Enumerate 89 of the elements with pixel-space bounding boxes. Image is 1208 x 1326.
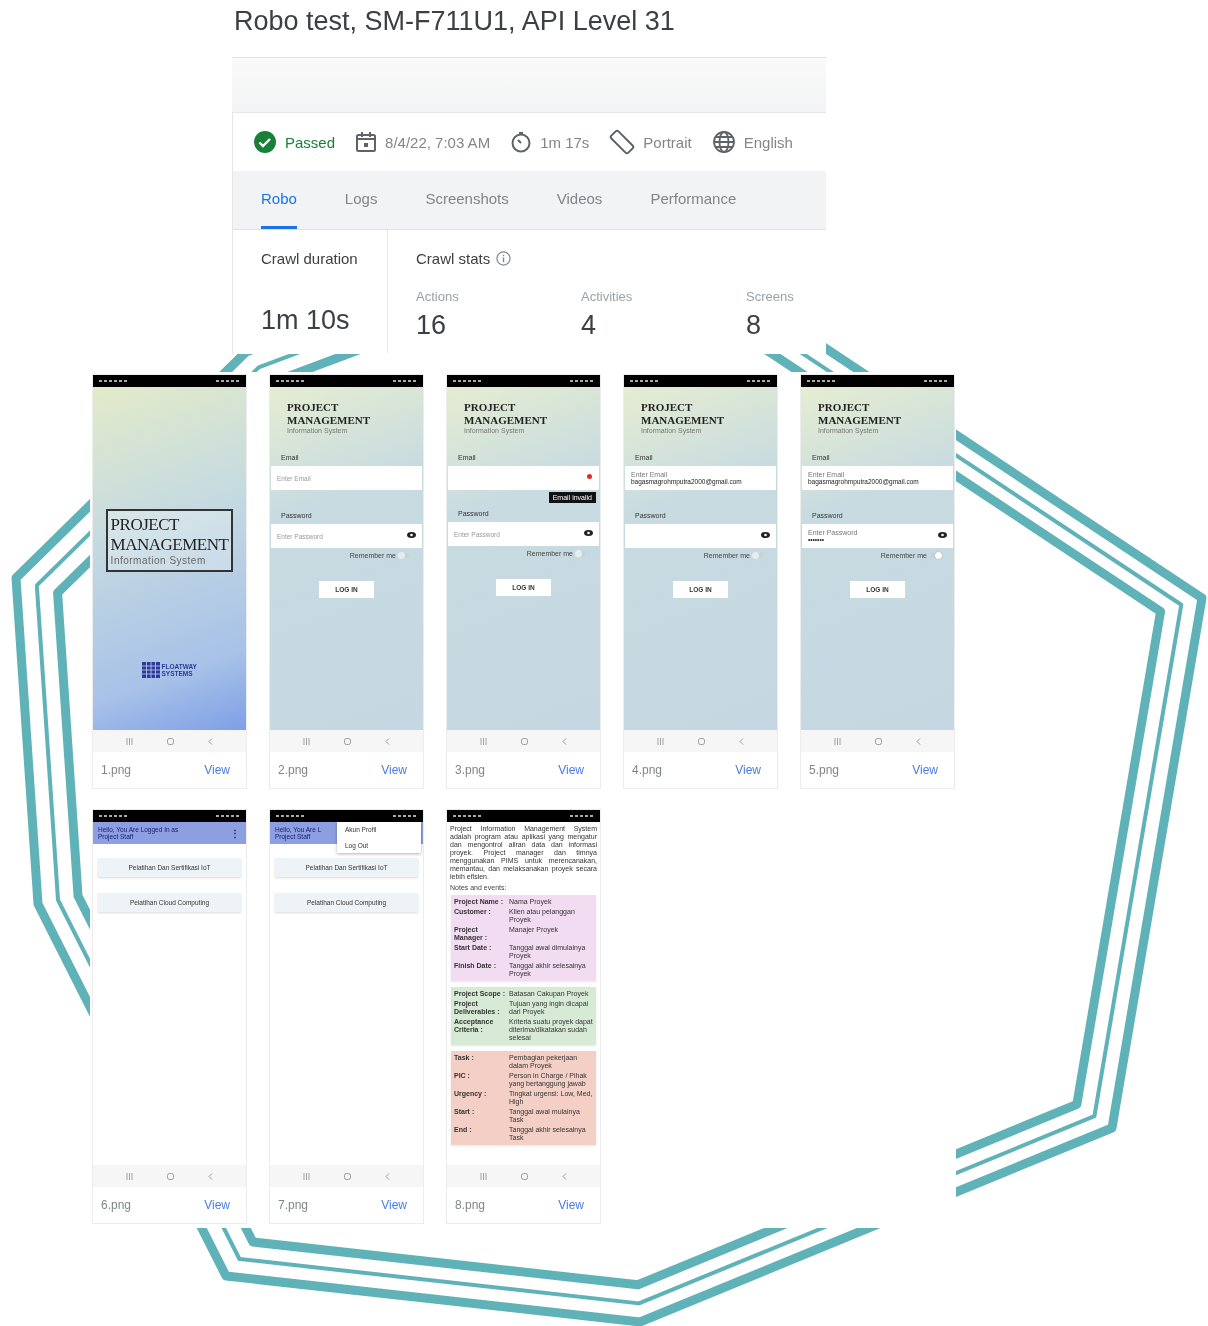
app-title: MANAGEMENT — [818, 414, 903, 427]
recent-apps-icon — [303, 737, 310, 745]
duration-text: 1m 17s — [540, 133, 590, 151]
back-icon — [208, 737, 213, 745]
toggle-switch[interactable] — [399, 553, 409, 558]
app-title: MANAGEMENT — [464, 414, 549, 427]
back-icon — [208, 1172, 213, 1180]
eye-icon[interactable] — [584, 530, 593, 536]
stat-label: Screens — [746, 289, 794, 304]
info-icon[interactable] — [496, 251, 512, 266]
home-icon — [344, 737, 351, 745]
file-name: 7.png — [278, 1198, 309, 1212]
app-title: PROJECT — [464, 401, 517, 414]
recent-apps-icon — [657, 737, 664, 745]
password-field[interactable] — [625, 524, 776, 548]
stat-value: 8 — [746, 310, 763, 341]
toggle-switch[interactable] — [753, 553, 763, 558]
app-title: MANAGEMENT — [287, 414, 372, 427]
app-title: PROJECT — [818, 401, 871, 414]
file-name: 5.png — [809, 763, 840, 777]
tab[interactable]: Screenshots — [425, 171, 509, 229]
locale-text: English — [743, 133, 793, 151]
stat-label: Actions — [416, 289, 460, 304]
recent-apps-icon — [480, 737, 487, 745]
error-icon — [587, 474, 592, 479]
app-title: PROJECT — [287, 401, 340, 414]
crawl-duration-value: 1m 10s — [261, 305, 351, 336]
view-link[interactable]: View — [735, 763, 761, 777]
crawl-stats-label: Crawl stats — [416, 250, 491, 267]
eye-icon[interactable] — [407, 532, 416, 538]
back-icon — [562, 1172, 567, 1180]
home-icon — [521, 1172, 528, 1180]
file-name: 1.png — [101, 763, 132, 777]
check-circle-icon — [253, 130, 277, 154]
status-text: Passed — [285, 133, 336, 151]
stat-value: 4 — [581, 310, 598, 341]
view-link[interactable]: View — [204, 763, 230, 777]
toggle-switch[interactable] — [576, 551, 586, 556]
recent-apps-icon — [834, 737, 841, 745]
logo-subtitle: Information System — [110, 555, 207, 566]
stat-value: 16 — [416, 310, 448, 341]
file-name: 3.png — [455, 763, 486, 777]
back-icon — [385, 737, 390, 745]
file-name: 2.png — [278, 763, 309, 777]
logo-title: PROJECT — [110, 515, 180, 535]
home-icon — [698, 737, 705, 745]
back-icon — [916, 737, 921, 745]
tab[interactable]: Videos — [556, 171, 603, 229]
home-icon — [167, 737, 174, 745]
home-icon — [167, 1172, 174, 1180]
view-link[interactable]: View — [558, 1198, 584, 1212]
view-link[interactable]: View — [558, 763, 584, 777]
crawl-duration-label: Crawl duration — [261, 250, 359, 267]
rotate-device-icon — [609, 129, 636, 155]
tab[interactable]: Performance — [650, 171, 737, 229]
app-title: MANAGEMENT — [641, 414, 726, 427]
recent-apps-icon — [126, 1172, 133, 1180]
file-name: 8.png — [455, 1198, 486, 1212]
view-link[interactable]: View — [381, 763, 407, 777]
tab[interactable]: Robo — [261, 171, 297, 229]
home-icon — [521, 737, 528, 745]
view-link[interactable]: View — [381, 1198, 407, 1212]
grid-logo-icon — [141, 662, 160, 678]
stat-label: Activities — [581, 289, 634, 304]
orientation-text: Portrait — [643, 133, 692, 151]
home-icon — [875, 737, 882, 745]
file-name: 4.png — [632, 763, 663, 777]
eye-icon[interactable] — [761, 532, 770, 538]
app-title: PROJECT — [641, 401, 694, 414]
file-name: 6.png — [101, 1198, 132, 1212]
back-icon — [739, 737, 744, 745]
recent-apps-icon — [480, 1172, 487, 1180]
more-menu-icon[interactable]: ⋮ — [230, 827, 240, 839]
eye-icon[interactable] — [938, 532, 947, 538]
view-link[interactable]: View — [204, 1198, 230, 1212]
recent-apps-icon — [126, 737, 133, 745]
toggle-switch[interactable] — [930, 553, 940, 558]
home-icon — [344, 1172, 351, 1180]
timer-icon — [510, 131, 533, 153]
logo-title: MANAGEMENT — [110, 535, 229, 555]
back-icon — [385, 1172, 390, 1180]
tab[interactable]: Logs — [344, 171, 378, 229]
email-field[interactable] — [448, 466, 599, 490]
calendar-icon — [355, 131, 378, 153]
view-link[interactable]: View — [912, 763, 938, 777]
recent-apps-icon — [303, 1172, 310, 1180]
date-text: 8/4/22, 7:03 AM — [385, 133, 491, 151]
back-icon — [562, 737, 567, 745]
globe-icon — [711, 130, 736, 154]
